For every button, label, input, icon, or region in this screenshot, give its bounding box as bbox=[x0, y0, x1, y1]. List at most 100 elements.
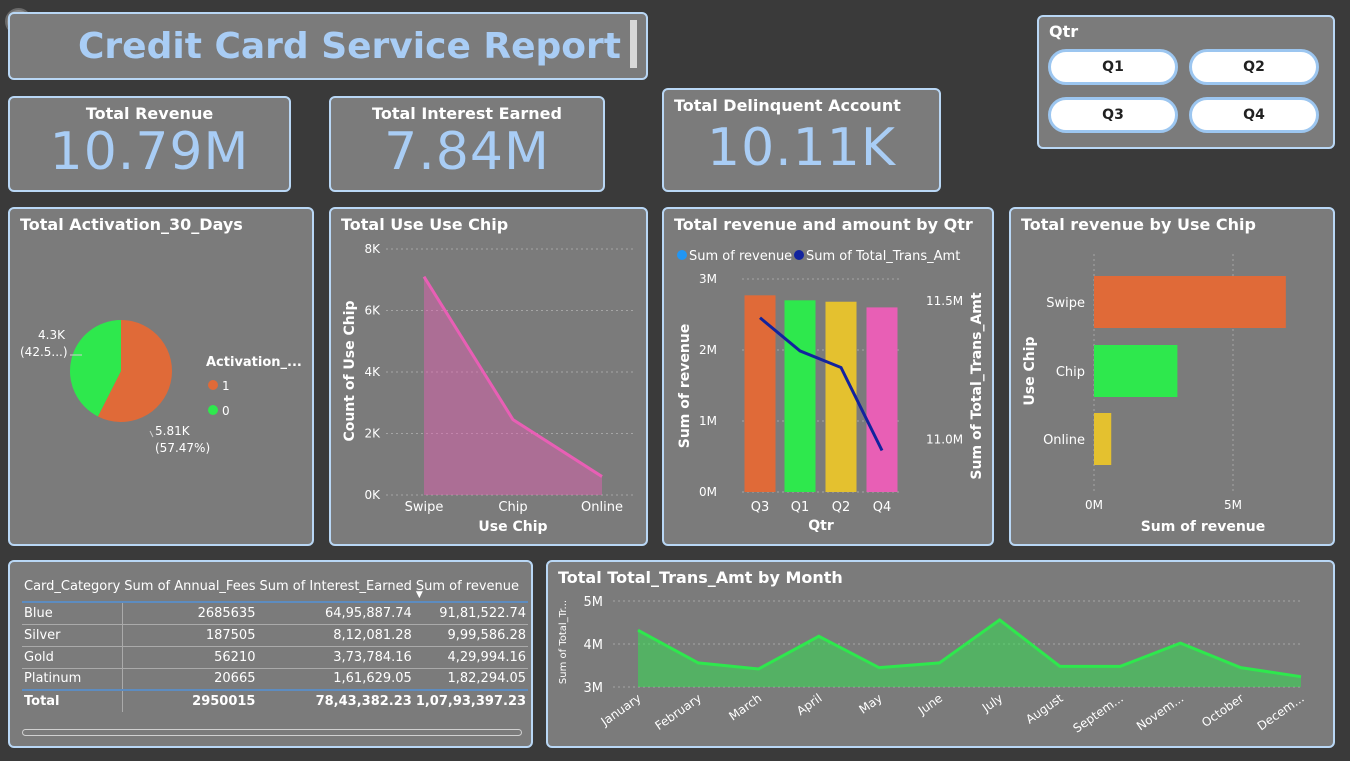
table-row[interactable]: Gold 56210 3,73,784.16 4,29,994.16 bbox=[22, 646, 529, 668]
y-tick-label: 2M bbox=[699, 343, 717, 357]
table-cell: Blue bbox=[22, 602, 123, 624]
y-tick-label: 5M bbox=[584, 595, 604, 610]
table-cell: 3,73,784.16 bbox=[333, 649, 412, 665]
kpi-total-revenue: Total Revenue 10.79M bbox=[8, 96, 291, 192]
legend-title: Activation_... bbox=[206, 355, 302, 370]
report-title: Credit Card Service Report bbox=[78, 26, 622, 67]
table-cell: 2685635 bbox=[197, 605, 256, 621]
legend-marker bbox=[794, 250, 804, 260]
revenue-qtr-svg: Sum of revenue Sum of Total_Trans_Amt 0M… bbox=[677, 249, 985, 534]
table-cell: Total bbox=[22, 690, 123, 712]
qtr-slicer: Qtr Q1 Q2 Q3 Q4 bbox=[1037, 15, 1335, 149]
table-cell: 2950015 bbox=[192, 694, 256, 709]
use-chip-area-svg: 0K 2K 4K 6K 8K Swipe Chip Online Use Chip Coun… bbox=[342, 242, 636, 535]
kpi-total-delinquent: Total Delinquent Account 10.11K bbox=[662, 88, 941, 192]
pie-label: 4.3K bbox=[38, 328, 66, 342]
y2-tick-label: 11.0M bbox=[926, 432, 963, 446]
activation-pie-svg: 4.3K (42.5...) 5.81K (57.47%) Activation… bbox=[20, 320, 302, 455]
kpi-label: Total Interest Earned bbox=[372, 104, 562, 123]
slicer-q1[interactable]: Q1 bbox=[1048, 49, 1178, 85]
table-row[interactable]: Blue 2685635 64,95,887.74 91,81,522.74 bbox=[22, 602, 529, 624]
table-cell: 20665 bbox=[214, 671, 256, 687]
x-tick-label: 5M bbox=[1224, 498, 1242, 512]
x-tick-label: Q1 bbox=[791, 500, 810, 515]
x-tick-label: Q4 bbox=[873, 500, 892, 515]
table-cell: Silver bbox=[22, 624, 123, 646]
col-header[interactable]: Card_Category bbox=[22, 572, 122, 602]
y-tick-label: 0K bbox=[364, 488, 381, 502]
table-scrollbar[interactable] bbox=[22, 729, 522, 736]
x-axis-label: Use Chip bbox=[478, 519, 547, 535]
pie-label: (42.5...) bbox=[20, 345, 68, 359]
x-tick-label: Decem... bbox=[1255, 691, 1307, 733]
x-tick-label: Q3 bbox=[751, 500, 770, 515]
table-total-row[interactable]: Total 2950015 78,43,382.23 1,07,93,397.23 bbox=[22, 690, 529, 712]
slicer-q2[interactable]: Q2 bbox=[1189, 49, 1319, 85]
x-tick-label: Swipe bbox=[405, 500, 444, 515]
revenue-chip-panel: Total revenue by Use Chip 0M 5M Swipe Chip O… bbox=[1009, 207, 1335, 546]
y-tick-label: 2K bbox=[364, 427, 381, 441]
y-tick-label: Online bbox=[1043, 433, 1085, 448]
table-cell: 78,43,382.23 bbox=[315, 694, 412, 709]
table-row[interactable]: Silver 187505 8,12,081.28 9,99,586.28 bbox=[22, 624, 529, 646]
y2-tick-label: 11.5M bbox=[926, 294, 963, 308]
x-tick-label: January bbox=[598, 691, 644, 729]
x-tick-label: Online bbox=[581, 500, 623, 515]
table-cell: 8,12,081.28 bbox=[333, 627, 412, 643]
y-tick-label: 4M bbox=[584, 638, 604, 653]
legend-label: 0 bbox=[222, 404, 230, 418]
pie-leader-line bbox=[149, 430, 154, 438]
x-tick-label: May bbox=[856, 691, 884, 717]
bar-Swipe bbox=[1094, 276, 1286, 328]
x-tick-label: August bbox=[1023, 691, 1066, 727]
y-tick-label: 1M bbox=[699, 414, 717, 428]
y-axis-label: Sum of Total_Tr... bbox=[558, 600, 569, 684]
slicer-q3[interactable]: Q3 bbox=[1048, 97, 1178, 133]
chip-area-fill bbox=[424, 276, 602, 495]
card-category-table-panel: Card_Category Sum of Annual_Fees Sum of … bbox=[8, 560, 533, 748]
x-tick-label: Chip bbox=[498, 500, 527, 515]
legend-marker bbox=[208, 405, 218, 415]
card-category-table: Card_Category Sum of Annual_Fees Sum of … bbox=[22, 572, 529, 712]
title-scrollbar[interactable] bbox=[630, 20, 637, 68]
col-header-label: Sum of revenue bbox=[415, 579, 520, 594]
table-row[interactable]: Platinum 20665 1,61,629.05 1,82,294.05 bbox=[22, 668, 529, 690]
kpi-value: 10.79M bbox=[49, 122, 250, 182]
month-trans-svg: 3M 4M 5M January February March April May June Ju… bbox=[558, 595, 1307, 736]
table-cell: Gold bbox=[22, 646, 123, 668]
kpi-label: Total Delinquent Account bbox=[674, 96, 901, 115]
col-header[interactable]: Sum of revenue ▼ bbox=[414, 572, 528, 602]
col-header[interactable]: Sum of Interest_Earned bbox=[257, 572, 413, 602]
table-cell: 64,95,887.74 bbox=[324, 605, 412, 621]
y-tick-label: 4K bbox=[364, 365, 381, 379]
table-cell: 91,81,522.74 bbox=[439, 605, 527, 621]
sort-desc-icon[interactable]: ▼ bbox=[416, 590, 423, 600]
table-cell: 9,99,586.28 bbox=[447, 627, 527, 643]
x-tick-label: March bbox=[726, 691, 764, 723]
x-axis-label: Qtr bbox=[808, 518, 834, 534]
bar-Q2 bbox=[825, 301, 857, 492]
pie-label: (57.47%) bbox=[155, 441, 210, 455]
legend-marker bbox=[677, 250, 687, 260]
table-cell: 1,07,93,397.23 bbox=[415, 694, 527, 709]
legend-label: Sum of revenue bbox=[689, 249, 792, 264]
x-tick-label: June bbox=[915, 691, 945, 718]
col-header[interactable]: Sum of Annual_Fees bbox=[122, 572, 257, 602]
table-cell: 1,61,629.05 bbox=[333, 671, 412, 687]
kpi-value: 7.84M bbox=[384, 122, 550, 182]
y-tick-label: 0M bbox=[699, 485, 717, 499]
y2-axis-label: Sum of Total_Trans_Amt bbox=[969, 292, 985, 479]
slicer-q4[interactable]: Q4 bbox=[1189, 97, 1319, 133]
month-area-fill bbox=[638, 619, 1301, 687]
x-tick-label: Novem... bbox=[1134, 691, 1186, 733]
legend-label: 1 bbox=[222, 379, 230, 393]
revenue-chip-svg: 0M 5M Swipe Chip Online Sum of revenue Use C… bbox=[1022, 254, 1286, 535]
x-axis-label: Sum of revenue bbox=[1141, 519, 1266, 535]
y-axis-label: Count of Use Chip bbox=[342, 300, 358, 441]
x-tick-label: July bbox=[979, 691, 1006, 715]
y-axis-label: Use Chip bbox=[1022, 336, 1038, 405]
bar-Q4 bbox=[866, 307, 898, 492]
y-tick-label: 3M bbox=[699, 272, 717, 286]
bar-Q1 bbox=[784, 300, 816, 492]
use-chip-area-panel: Total Use Use Chip 0K 2K 4K 6K 8K Swipe Chip O… bbox=[329, 207, 648, 546]
